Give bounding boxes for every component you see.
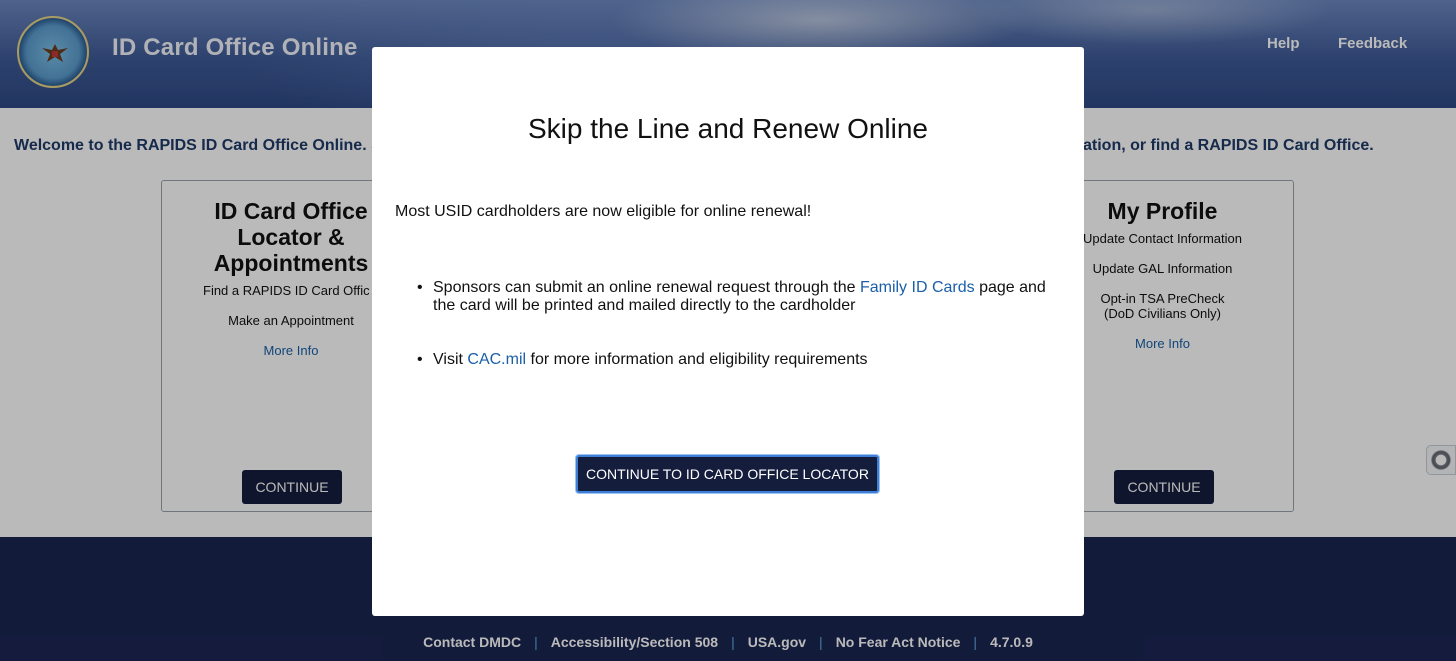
- family-id-cards-link[interactable]: Family ID Cards: [860, 279, 975, 296]
- modal-bullet-list: Sponsors can submit an online renewal re…: [417, 279, 1057, 369]
- bullet-text: for more information and eligibility req…: [526, 351, 868, 368]
- modal-title: Skip the Line and Renew Online: [527, 113, 929, 144]
- list-item: Visit CAC.mil for more information and e…: [417, 351, 1057, 369]
- modal-intro: Most USID cardholders are now eligible f…: [395, 203, 812, 220]
- renew-online-modal: Skip the Line and Renew Online Most USID…: [372, 47, 1084, 616]
- cac-mil-link[interactable]: CAC.mil: [467, 351, 526, 368]
- bullet-text: Visit: [433, 351, 468, 368]
- list-item: Sponsors can submit an online renewal re…: [417, 279, 1057, 315]
- bullet-text: Sponsors can submit an online renewal re…: [433, 279, 860, 296]
- continue-to-locator-button[interactable]: CONTINUE TO ID CARD OFFICE LOCATOR: [576, 455, 879, 493]
